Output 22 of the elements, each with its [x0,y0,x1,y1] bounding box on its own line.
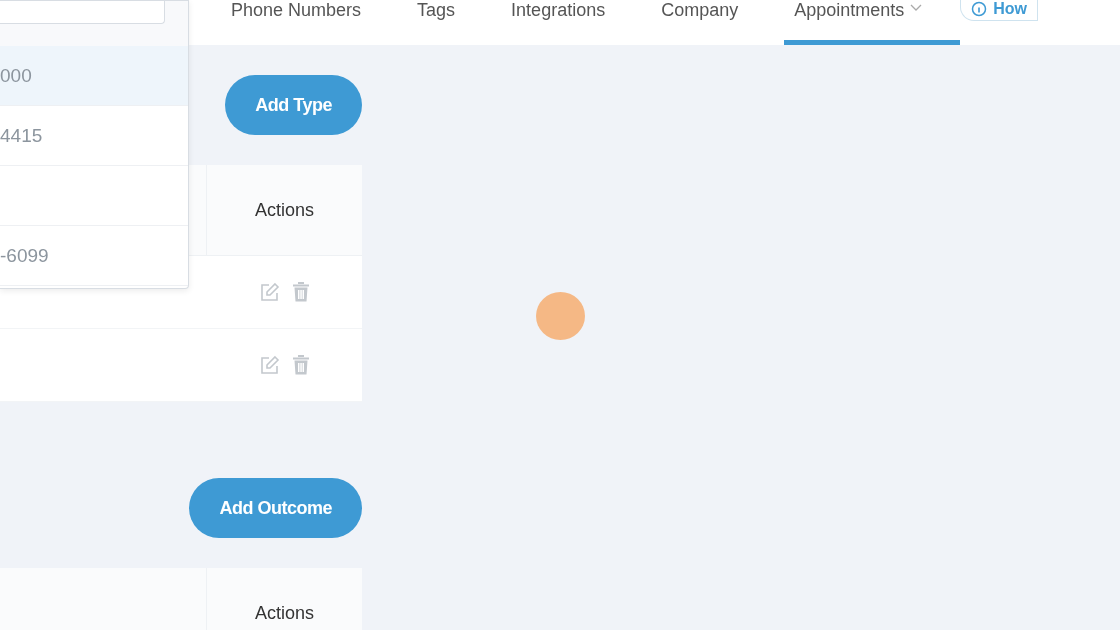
edit-icon[interactable] [259,355,280,375]
info-icon [971,1,988,17]
help-button[interactable]: How [960,0,1038,21]
nav-tab[interactable]: Integrations [501,0,616,45]
dropdown-option[interactable]: -6099 [0,226,188,286]
column-header: Actions [206,165,362,255]
nav-tab[interactable]: Phone Numbers [221,0,372,45]
nav-tab[interactable]: Appointments [784,0,961,45]
column-header: Actions [206,568,362,630]
dropdown-option[interactable]: 000 [0,46,188,106]
dropdown-option[interactable]: 4415 [0,106,188,166]
trash-icon[interactable] [291,355,310,375]
trash-icon[interactable] [291,282,310,302]
chevron-down-icon [910,4,923,12]
add-button[interactable]: Add Type [225,75,362,135]
dropdown-option[interactable] [0,166,188,226]
add-button[interactable]: Add Outcome [189,478,362,538]
edit-icon[interactable] [259,282,280,302]
cursor-dot [536,292,585,340]
search-field[interactable] [0,1,165,24]
nav-tab[interactable]: Company [651,0,749,45]
nav-tab[interactable]: Tags [407,0,466,45]
